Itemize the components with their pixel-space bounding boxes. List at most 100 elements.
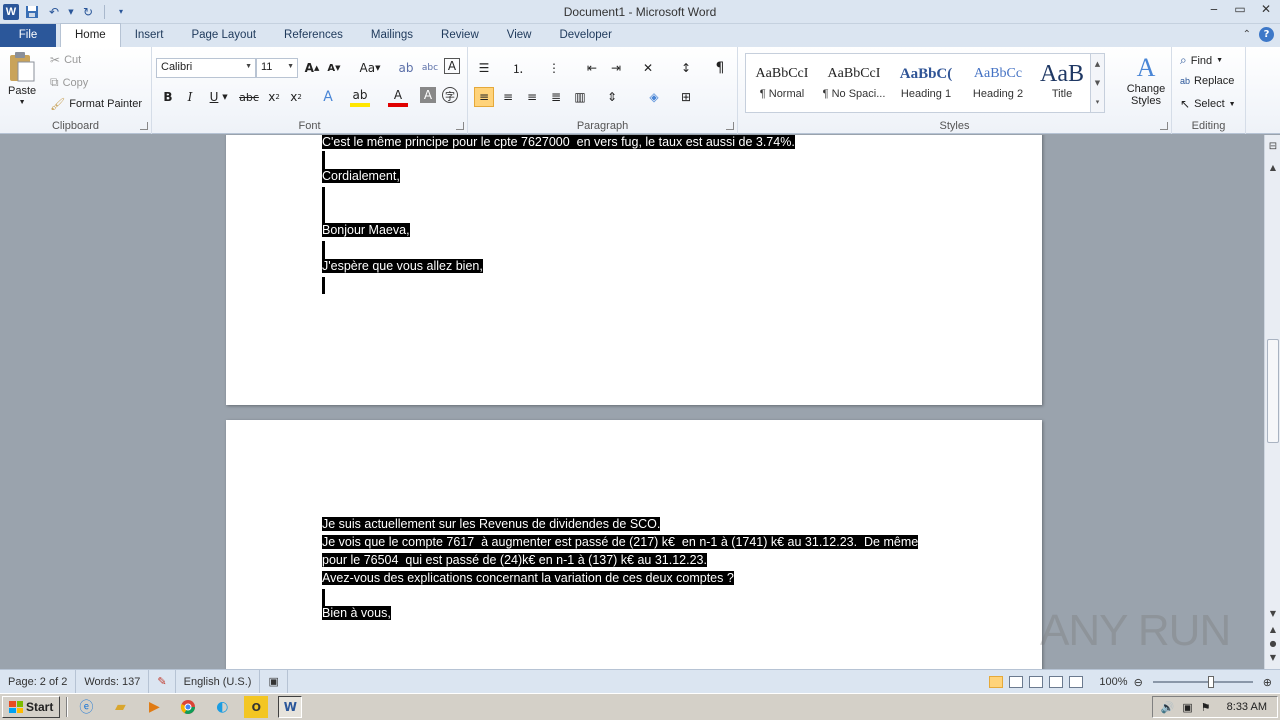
clipboard-launcher-icon[interactable] bbox=[140, 122, 148, 130]
undo-icon[interactable]: ↶ bbox=[45, 3, 63, 21]
zoom-level[interactable]: 100% bbox=[1099, 676, 1127, 688]
justify-icon[interactable]: ≣ bbox=[546, 87, 566, 107]
style-normal[interactable]: AaBbCcI ¶ Normal bbox=[746, 54, 818, 112]
scroll-down-icon[interactable]: ▼ bbox=[1265, 609, 1280, 618]
font-name-combo[interactable]: Calibri ▼ bbox=[156, 58, 256, 78]
multilevel-list-icon[interactable]: ⋮ bbox=[544, 58, 564, 78]
styles-launcher-icon[interactable] bbox=[1160, 122, 1168, 130]
style-title[interactable]: AaB Title bbox=[1034, 54, 1090, 112]
maximize-icon[interactable]: ▭ bbox=[1232, 2, 1248, 16]
copy-button[interactable]: ⧉ Copy bbox=[50, 75, 88, 90]
font-color-icon[interactable]: A bbox=[388, 87, 408, 107]
start-button[interactable]: Start bbox=[2, 696, 61, 718]
full-screen-reading-icon[interactable] bbox=[1009, 676, 1024, 688]
word-app-icon[interactable]: W bbox=[3, 3, 19, 20]
change-styles-button[interactable]: A Change Styles bbox=[1122, 53, 1170, 107]
zoom-in-icon[interactable]: ⊕ bbox=[1263, 676, 1272, 689]
ie-icon[interactable]: ⓔ bbox=[74, 696, 98, 718]
align-center-icon[interactable]: ≡ bbox=[498, 87, 518, 107]
help-icon[interactable]: ? bbox=[1259, 27, 1274, 42]
redo-icon[interactable]: ↻ bbox=[79, 3, 97, 21]
decrease-indent-icon[interactable]: ⇤ bbox=[582, 58, 602, 78]
numbering-icon[interactable]: ⒈ bbox=[508, 58, 528, 78]
page1-line-2[interactable]: Cordialement, bbox=[322, 169, 400, 183]
network-icon[interactable]: ▣ bbox=[1182, 701, 1192, 714]
strikethrough-icon[interactable]: abc bbox=[238, 87, 260, 107]
bullets-icon[interactable]: ☰ bbox=[474, 58, 494, 78]
clear-formatting-icon[interactable]: ab bbox=[396, 58, 416, 78]
web-layout-icon[interactable] bbox=[1029, 676, 1044, 688]
text-effects-icon[interactable]: A bbox=[318, 87, 338, 107]
tab-insert[interactable]: Insert bbox=[121, 24, 178, 47]
select-dropdown-icon[interactable]: ▼ bbox=[1229, 101, 1236, 108]
next-page-icon[interactable]: ▼ bbox=[1265, 653, 1280, 662]
page2-line-5[interactable]: Bien à vous, bbox=[322, 606, 391, 620]
change-case-icon[interactable]: Aa ▼ bbox=[356, 58, 384, 78]
character-shading-icon[interactable]: A bbox=[420, 87, 436, 103]
superscript-icon[interactable]: x2 bbox=[286, 87, 306, 107]
language[interactable]: English (U.S.) bbox=[176, 670, 260, 694]
undo-dropdown-icon[interactable]: ▼ bbox=[67, 3, 75, 21]
page1-line-4[interactable]: J'espère que vous allez bien, bbox=[322, 259, 483, 273]
sort-icon[interactable]: ↕ bbox=[676, 58, 696, 78]
volume-icon[interactable]: 🔊 bbox=[1161, 701, 1175, 714]
paragraph-launcher-icon[interactable] bbox=[726, 122, 734, 130]
subscript-icon[interactable]: x2 bbox=[264, 87, 284, 107]
outlook-icon[interactable]: O bbox=[244, 696, 269, 718]
cut-button[interactable]: ✂ Cut bbox=[50, 53, 81, 67]
page2-line-1[interactable]: Je suis actuellement sur les Revenus de … bbox=[322, 517, 661, 531]
replace-button[interactable]: ab Replace bbox=[1180, 75, 1234, 87]
macro-record-icon[interactable]: ▣ bbox=[259, 669, 288, 694]
previous-page-icon[interactable]: ▲ bbox=[1265, 625, 1280, 634]
zoom-slider[interactable] bbox=[1152, 676, 1253, 688]
phonetic-guide-icon[interactable]: abc bbox=[420, 58, 440, 78]
edge-icon[interactable]: ◐ bbox=[210, 696, 234, 718]
underline-dropdown-icon[interactable]: ▼ bbox=[220, 87, 230, 107]
close-icon[interactable]: ✕ bbox=[1258, 2, 1274, 16]
zoom-slider-thumb[interactable] bbox=[1207, 676, 1214, 688]
tab-review[interactable]: Review bbox=[427, 24, 493, 47]
asian-layout-icon[interactable]: ✕ bbox=[638, 58, 658, 78]
align-right-icon[interactable]: ≡ bbox=[522, 87, 542, 107]
chrome-icon[interactable] bbox=[176, 696, 200, 718]
word-count[interactable]: Words: 137 bbox=[76, 669, 150, 694]
font-size-combo[interactable]: 11 ▼ bbox=[256, 58, 298, 78]
highlight-icon[interactable]: ab bbox=[350, 87, 370, 107]
character-border-icon[interactable]: A bbox=[444, 58, 460, 74]
folder-icon[interactable]: ▰ bbox=[108, 696, 132, 718]
paste-button[interactable]: Paste ▼ bbox=[8, 51, 36, 106]
increase-indent-icon[interactable]: ⇥ bbox=[606, 58, 626, 78]
gallery-more-icon[interactable]: ▾ bbox=[1096, 98, 1100, 106]
vertical-scrollbar[interactable]: ⊟ ▲ ▼ ▲ ● ▼ bbox=[1264, 135, 1280, 669]
shrink-font-icon[interactable]: A ▼ bbox=[324, 58, 344, 78]
style-heading-2[interactable]: AaBbCc Heading 2 bbox=[962, 54, 1034, 112]
tab-mailings[interactable]: Mailings bbox=[357, 24, 427, 47]
word-taskbar-icon[interactable]: W bbox=[278, 696, 303, 718]
font-name-dropdown-icon[interactable]: ▼ bbox=[245, 63, 252, 70]
minimize-icon[interactable]: ‒ bbox=[1206, 2, 1222, 16]
enclose-characters-icon[interactable]: 字 bbox=[442, 87, 458, 103]
bold-icon[interactable]: B bbox=[158, 87, 178, 107]
draft-view-icon[interactable] bbox=[1069, 676, 1084, 688]
tab-developer[interactable]: Developer bbox=[545, 24, 625, 47]
select-browse-object-icon[interactable]: ● bbox=[1265, 639, 1280, 648]
tab-page-layout[interactable]: Page Layout bbox=[177, 24, 270, 47]
format-painter-button[interactable]: 🖌 Format Painter bbox=[50, 97, 142, 111]
minimize-ribbon-icon[interactable]: ⌃ bbox=[1243, 29, 1251, 40]
action-center-flag-icon[interactable]: ⚑ bbox=[1201, 701, 1211, 714]
ruler-toggle-icon[interactable]: ⊟ bbox=[1265, 141, 1280, 152]
show-formatting-marks-icon[interactable]: ¶ bbox=[710, 58, 730, 78]
paste-dropdown-icon[interactable]: ▼ bbox=[19, 99, 26, 106]
page1-line-1[interactable]: C'est le même principe pour le cpte 7627… bbox=[322, 135, 795, 149]
page2-line-4[interactable]: Avez-vous des explications concernant la… bbox=[322, 571, 734, 585]
font-size-dropdown-icon[interactable]: ▼ bbox=[287, 63, 294, 70]
gallery-up-icon[interactable]: ▲ bbox=[1095, 60, 1100, 68]
customize-qat-icon[interactable]: ▾ bbox=[112, 3, 130, 21]
italic-icon[interactable]: I bbox=[180, 87, 200, 107]
styles-gallery-scroll[interactable]: ▲ ▼ ▾ bbox=[1090, 54, 1104, 112]
borders-icon[interactable]: ⊞ bbox=[676, 87, 696, 107]
scroll-up-icon[interactable]: ▲ bbox=[1265, 163, 1280, 172]
align-left-icon[interactable]: ≡ bbox=[474, 87, 494, 107]
clock[interactable]: 8:33 AM bbox=[1227, 701, 1267, 713]
find-button[interactable]: ⌕ Find ▼ bbox=[1180, 53, 1223, 68]
